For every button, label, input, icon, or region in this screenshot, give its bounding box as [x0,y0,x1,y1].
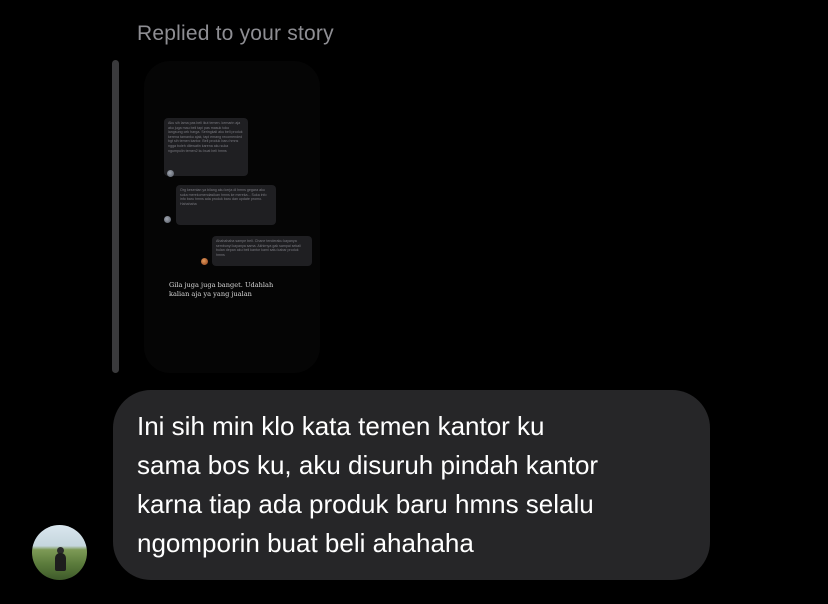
story-mini-avatar-3 [201,258,208,265]
sender-avatar[interactable] [32,525,87,580]
replied-to-story-label: Replied to your story [137,22,334,45]
avatar-person-body [55,553,66,571]
story-thumbnail[interactable]: Aku sih lama pas beli ikut temen. kemari… [144,61,320,373]
story-mini-bubble-3: Ahahahaha sampe beli. Chane tenderaku ka… [212,236,312,266]
message-text: Ini sih min klo kata temen kantor ku sam… [137,411,599,558]
story-mini-avatar-1 [167,170,174,177]
story-mini-bubble-2: Org kesenian ya bilang aku kerja di hmns… [176,185,276,225]
message-bubble[interactable]: Ini sih min klo kata temen kantor ku sam… [113,390,710,580]
story-caption: Gila juga juga banget. Udahlah kalian aj… [169,281,274,298]
story-mini-avatar-2 [164,216,171,223]
reply-quote-bar [112,60,119,373]
story-mini-bubble-1: Aku sih lama pas beli ikut temen. kemari… [164,118,248,176]
